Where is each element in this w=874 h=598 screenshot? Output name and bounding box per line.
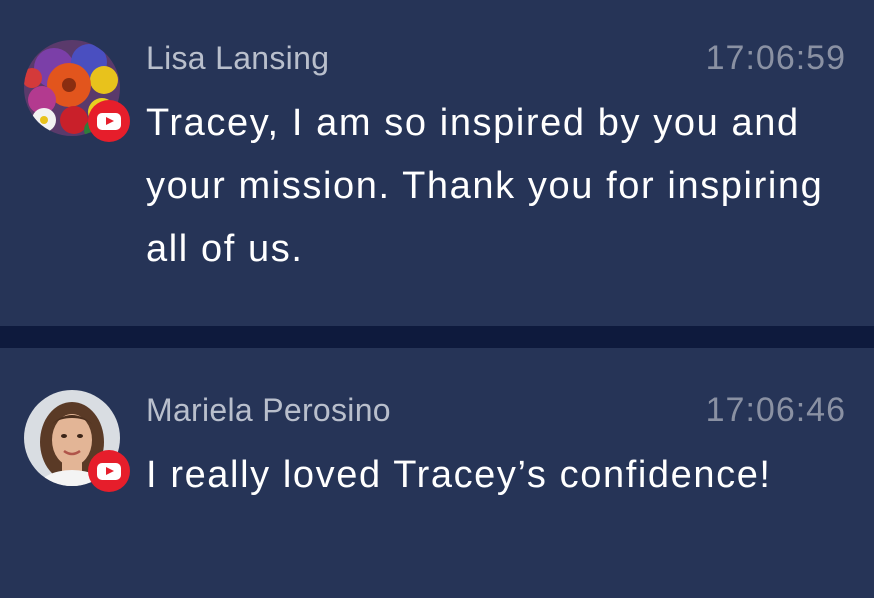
comment-text: I really loved Tracey’s confidence!: [146, 454, 772, 496]
author-name: Mariela Perosino: [146, 392, 391, 428]
comment-feed: Lisa Lansing 17:06:59 Tracey, I am so in…: [0, 0, 874, 598]
timestamp: 17:06:46: [705, 391, 846, 429]
avatar-container: [24, 40, 130, 142]
author-name: Lisa Lansing: [146, 40, 330, 76]
youtube-icon: [88, 100, 130, 142]
youtube-icon: [88, 450, 130, 492]
avatar-container: [24, 390, 130, 492]
comment-item[interactable]: Mariela Perosino 17:06:46 I really loved…: [0, 348, 874, 598]
comment-item[interactable]: Lisa Lansing 17:06:59 Tracey, I am so in…: [0, 0, 874, 326]
timestamp: 17:06:59: [705, 39, 846, 77]
comment-text: Tracey, I am so inspired by you and your…: [146, 102, 824, 270]
